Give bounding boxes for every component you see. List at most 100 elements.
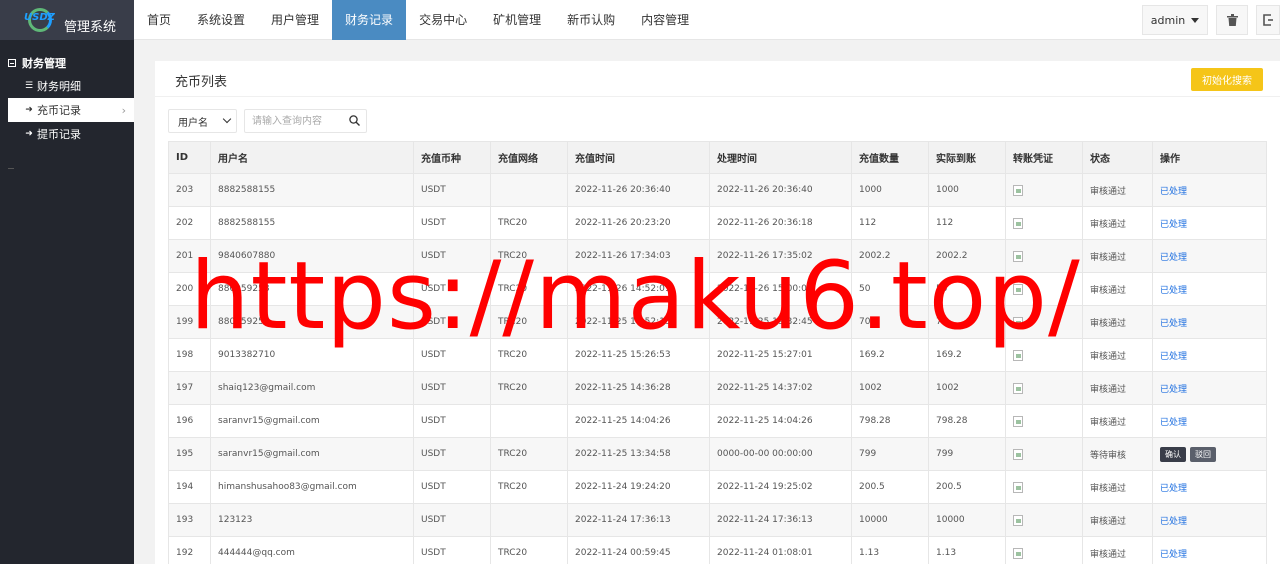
cell-processed: 2022-11-26 20:36:40 (709, 173, 852, 207)
broken-image-icon[interactable] (1013, 185, 1023, 196)
cell-status: 审核通过 (1082, 470, 1153, 504)
cell-status: 审核通过 (1082, 239, 1153, 273)
search-field-select[interactable]: 用户名 (168, 109, 237, 133)
reject-button[interactable]: 驳回 (1190, 446, 1216, 462)
search-icon[interactable] (349, 115, 360, 126)
cell-processed: 0000-00-00 00:00:00 (709, 437, 852, 471)
tab-new-coin-subscription[interactable]: 新币认购 (554, 0, 628, 40)
tab-trading-center[interactable]: 交易中心 (406, 0, 480, 40)
column-header[interactable]: 转账凭证 (1005, 141, 1083, 174)
processed-link[interactable]: 已处理 (1160, 286, 1187, 296)
broken-image-icon[interactable] (1013, 548, 1023, 559)
broken-image-icon[interactable] (1013, 350, 1023, 361)
cell-amount: 798.28 (851, 404, 929, 438)
list-icon: ☰ (24, 81, 34, 91)
column-header[interactable]: 用户名 (210, 141, 414, 174)
tab-system-settings[interactable]: 系统设置 (184, 0, 258, 40)
processed-link[interactable]: 已处理 (1160, 385, 1187, 395)
cell-received: 1002 (928, 371, 1006, 405)
logo[interactable]: USDZ 管理系统 (0, 0, 134, 40)
cell-network (490, 503, 568, 537)
cell-network: TRC20 (490, 470, 568, 504)
broken-image-icon[interactable] (1013, 482, 1023, 493)
broken-image-icon[interactable] (1013, 284, 1023, 295)
panel-header: 充币列表 初始化搜索 (155, 61, 1280, 97)
cell-received: 2002.2 (928, 239, 1006, 273)
column-header[interactable]: 充值网络 (490, 141, 568, 174)
cell-received: 50 (928, 272, 1006, 306)
cell-operation: 确认 驳回 (1152, 437, 1267, 471)
processed-link[interactable]: 已处理 (1160, 319, 1187, 329)
cell-proof (1005, 371, 1083, 405)
broken-image-icon[interactable] (1013, 317, 1023, 328)
processed-link[interactable]: 已处理 (1160, 550, 1187, 560)
sidebar-item-withdraw-records[interactable]: ➜ 提币记录 (0, 122, 134, 146)
processed-link[interactable]: 已处理 (1160, 352, 1187, 362)
cell-network: TRC20 (490, 437, 568, 471)
tab-finance-records[interactable]: 财务记录 (332, 0, 407, 40)
cell-id: 200 (168, 272, 211, 306)
sidebar-item-label: 充币记录 (37, 104, 81, 117)
table-row: 203 8882588155 USDT 2022-11-26 20:36:40 2022… (168, 173, 1267, 207)
processed-link[interactable]: 已处理 (1160, 418, 1187, 428)
table-row: 200 880059258 USDT TRC20 2022-11-26 14:52:01… (168, 272, 1267, 306)
cell-user: 444444@qq.com (210, 536, 414, 564)
cell-processed: 2022-11-26 15:00:06 (709, 272, 852, 306)
tab-miner-management[interactable]: 矿机管理 (480, 0, 554, 40)
processed-link[interactable]: 已处理 (1160, 484, 1187, 494)
processed-link[interactable]: 已处理 (1160, 220, 1187, 230)
table-body: 203 8882588155 USDT 2022-11-26 20:36:40 2022… (168, 173, 1267, 564)
column-header[interactable]: 充值数量 (851, 141, 929, 174)
cell-received: 1.13 (928, 536, 1006, 564)
broken-image-icon[interactable] (1013, 416, 1023, 427)
processed-link[interactable]: 已处理 (1160, 187, 1187, 197)
cell-coin: USDT (413, 371, 491, 405)
clear-cache-button[interactable] (1216, 5, 1248, 35)
tab-home[interactable]: 首页 (134, 0, 184, 40)
column-header[interactable]: 充值时间 (567, 141, 710, 174)
cell-status: 审核通过 (1082, 305, 1153, 339)
cell-user: shaiq123@gmail.com (210, 371, 414, 405)
column-header[interactable]: ID (168, 141, 211, 174)
cell-amount: 50 (851, 272, 929, 306)
broken-image-icon[interactable] (1013, 218, 1023, 229)
tab-user-management[interactable]: 用户管理 (258, 0, 332, 40)
column-header[interactable]: 状态 (1082, 141, 1153, 174)
cell-operation: 已处理 (1152, 239, 1267, 273)
column-header[interactable]: 处理时间 (709, 141, 852, 174)
broken-image-icon[interactable] (1013, 515, 1023, 526)
logout-icon (1263, 14, 1273, 26)
cell-proof (1005, 503, 1083, 537)
sidebar-item-deposit-records[interactable]: ➜ 充币记录 › (8, 98, 134, 122)
cell-coin: USDT (413, 470, 491, 504)
cell-received: 70 (928, 305, 1006, 339)
cell-coin: USDT (413, 437, 491, 471)
broken-image-icon[interactable] (1013, 251, 1023, 262)
logout-button[interactable] (1256, 5, 1280, 35)
cell-network: TRC20 (490, 305, 568, 339)
cell-user: 880059258 (210, 305, 414, 339)
column-header[interactable]: 充值币种 (413, 141, 491, 174)
sidebar-item-finance-detail[interactable]: ☰ 财务明细 (0, 74, 134, 98)
sidebar-group-title[interactable]: 财务管理 (0, 52, 134, 74)
caret-down-icon (1191, 17, 1200, 23)
cell-received: 112 (928, 206, 1006, 240)
broken-image-icon[interactable] (1013, 449, 1023, 460)
cell-received: 200.5 (928, 470, 1006, 504)
cell-user: 8882588155 (210, 206, 414, 240)
processed-link[interactable]: 已处理 (1160, 517, 1187, 527)
confirm-button[interactable]: 确认 (1160, 446, 1186, 462)
cell-coin: USDT (413, 206, 491, 240)
tab-content-management[interactable]: 内容管理 (628, 0, 702, 40)
cell-time: 2022-11-26 14:52:01 (567, 272, 710, 306)
processed-link[interactable]: 已处理 (1160, 253, 1187, 263)
user-menu-button[interactable]: admin (1142, 5, 1208, 35)
cell-network: TRC20 (490, 272, 568, 306)
reset-search-button[interactable]: 初始化搜索 (1191, 68, 1263, 91)
search-field-value: 用户名 (178, 117, 208, 129)
column-header[interactable]: 实际到账 (928, 141, 1006, 174)
broken-image-icon[interactable] (1013, 383, 1023, 394)
cell-operation: 已处理 (1152, 503, 1267, 537)
column-header[interactable]: 操作 (1152, 141, 1267, 174)
cell-user: 9013382710 (210, 338, 414, 372)
